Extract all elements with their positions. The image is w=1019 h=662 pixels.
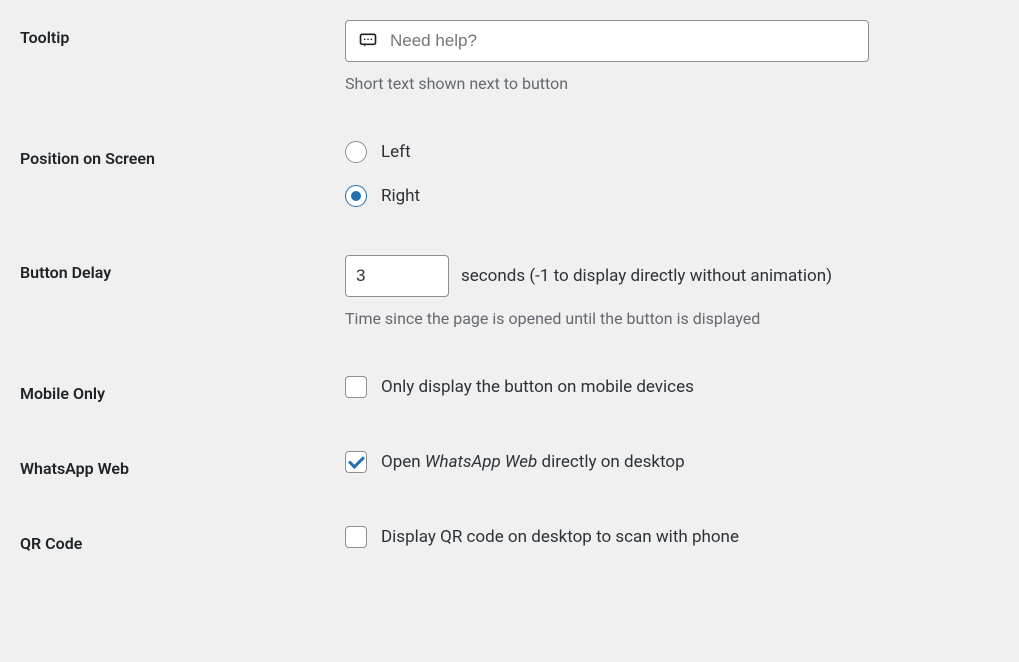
mobile-only-item: Only display the button on mobile device… — [345, 376, 1009, 398]
qr-code-label-col: QR Code — [10, 526, 345, 553]
delay-label: Button Delay — [20, 263, 111, 282]
position-label: Position on Screen — [20, 149, 155, 168]
position-right-label[interactable]: Right — [381, 186, 420, 206]
whatsapp-web-field-col: Open WhatsApp Web directly on desktop — [345, 451, 1009, 473]
position-row: Position on Screen Left Right — [10, 141, 1009, 207]
tooltip-input[interactable] — [345, 20, 869, 62]
whatsapp-web-label-col: WhatsApp Web — [10, 451, 345, 478]
tooltip-field-col: Short text shown next to button — [345, 20, 1009, 93]
position-left-label[interactable]: Left — [381, 142, 411, 162]
position-left-item: Left — [345, 141, 1009, 163]
delay-input-row: seconds (-1 to display directly without … — [345, 255, 1009, 297]
mobile-only-label: Mobile Only — [20, 384, 105, 403]
mobile-only-checkbox-label[interactable]: Only display the button on mobile device… — [381, 377, 694, 397]
delay-help: Time since the page is opened until the … — [345, 309, 1009, 328]
position-label-col: Position on Screen — [10, 141, 345, 168]
delay-field-col: seconds (-1 to display directly without … — [345, 255, 1009, 328]
tooltip-label-col: Tooltip — [10, 20, 345, 47]
whatsapp-web-row: WhatsApp Web Open WhatsApp Web directly … — [10, 451, 1009, 478]
whatsapp-web-checkbox[interactable] — [345, 451, 367, 473]
tooltip-help: Short text shown next to button — [345, 74, 1009, 93]
delay-suffix: seconds (-1 to display directly without … — [461, 266, 832, 286]
whatsapp-web-item: Open WhatsApp Web directly on desktop — [345, 451, 1009, 473]
settings-form: Tooltip Short text shown next to button — [10, 20, 1009, 553]
qr-code-checkbox[interactable] — [345, 526, 367, 548]
mobile-only-checkbox[interactable] — [345, 376, 367, 398]
whatsapp-web-prefix: Open — [381, 452, 425, 472]
whatsapp-web-em: WhatsApp Web — [425, 452, 537, 472]
qr-code-checkbox-label[interactable]: Display QR code on desktop to scan with … — [381, 527, 739, 547]
position-right-item: Right — [345, 185, 1009, 207]
tooltip-label: Tooltip — [20, 28, 69, 47]
qr-code-row: QR Code Display QR code on desktop to sc… — [10, 526, 1009, 553]
qr-code-label: QR Code — [20, 534, 82, 553]
delay-row: Button Delay seconds (-1 to display dire… — [10, 255, 1009, 328]
qr-code-item: Display QR code on desktop to scan with … — [345, 526, 1009, 548]
tooltip-input-wrap — [345, 20, 869, 62]
mobile-only-row: Mobile Only Only display the button on m… — [10, 376, 1009, 403]
tooltip-row: Tooltip Short text shown next to button — [10, 20, 1009, 93]
whatsapp-web-checkbox-label[interactable]: Open WhatsApp Web directly on desktop — [381, 452, 685, 472]
qr-code-field-col: Display QR code on desktop to scan with … — [345, 526, 1009, 548]
position-left-radio[interactable] — [345, 141, 367, 163]
delay-label-col: Button Delay — [10, 255, 345, 282]
mobile-only-label-col: Mobile Only — [10, 376, 345, 403]
position-right-radio[interactable] — [345, 185, 367, 207]
delay-input[interactable] — [345, 255, 449, 297]
chat-bubble-icon — [358, 31, 378, 51]
position-field-col: Left Right — [345, 141, 1009, 207]
mobile-only-field-col: Only display the button on mobile device… — [345, 376, 1009, 398]
whatsapp-web-suffix: directly on desktop — [537, 452, 684, 472]
whatsapp-web-label: WhatsApp Web — [20, 459, 129, 478]
